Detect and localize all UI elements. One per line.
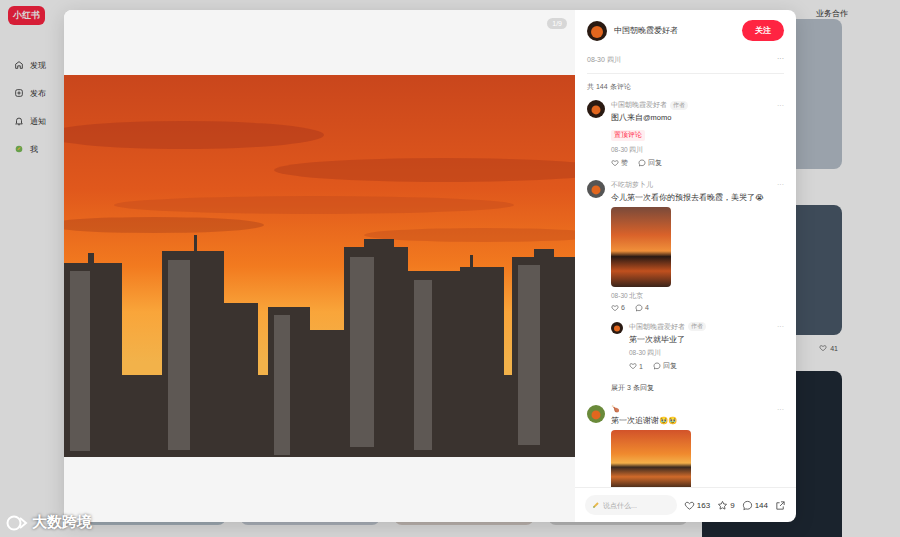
expand-replies[interactable]: 展开 3 条回复 — [611, 383, 784, 393]
author-header: 中国朝晚霞爱好者 关注 — [575, 10, 796, 49]
comment-author[interactable]: 中国朝晚霞爱好者 — [629, 322, 685, 332]
author-badge: 作者 — [688, 322, 706, 331]
heart-icon[interactable] — [611, 304, 619, 312]
watermark-text: 大数跨境 — [32, 513, 92, 532]
author-badge: 作者 — [670, 101, 688, 110]
comment-author[interactable]: 中国朝晚霞爱好者 — [611, 100, 667, 110]
watermark: 大数跨境 — [6, 513, 92, 532]
comment-icon[interactable] — [742, 500, 753, 511]
comment: 中国朝晚霞爱好者作者 ··· 图八来自@momo 置顶评论 08-30 四川赞 回复 — [587, 100, 784, 168]
watermark-logo-icon — [6, 515, 28, 531]
comment-date: 08-30 四川 — [611, 146, 784, 155]
comment-icon[interactable] — [638, 159, 646, 167]
like-count[interactable]: 1 — [639, 363, 643, 370]
avatar-icon[interactable] — [587, 21, 607, 41]
author-name[interactable]: 中国朝晚霞爱好者 — [614, 25, 678, 36]
heart-icon[interactable] — [629, 362, 637, 370]
follow-button[interactable]: 关注 — [742, 20, 784, 41]
star-icon[interactable] — [717, 500, 728, 511]
sunset-photo[interactable] — [64, 75, 575, 457]
like-button[interactable]: 赞 — [611, 158, 628, 168]
comment-bar: 163 9 144 — [575, 487, 796, 522]
avatar-icon[interactable] — [587, 180, 605, 198]
like-count[interactable]: 163 — [697, 501, 710, 510]
reply: 中国朝晚霞爱好者作者 ··· 第一次就毕业了 08-30 四川 1 回复 — [611, 322, 784, 372]
heart-icon[interactable] — [611, 159, 619, 167]
comment: 🍗 ··· 第一次追谢谢🥹🥹 — [587, 405, 784, 487]
comment-author[interactable]: 🍗 — [611, 405, 620, 413]
heart-icon[interactable] — [684, 500, 695, 511]
reply-count[interactable]: 4 — [645, 304, 649, 311]
comment-count[interactable]: 144 — [755, 501, 768, 510]
more-icon[interactable]: ··· — [777, 181, 784, 188]
reply-button[interactable]: 回复 — [638, 158, 662, 168]
reply-count[interactable]: 回复 — [648, 158, 662, 168]
pencil-icon — [592, 501, 600, 509]
like-button[interactable]: 6 — [611, 304, 625, 312]
comment-date: 08-30 北京 — [611, 292, 784, 301]
comment-text: 第一次追谢谢🥹🥹 — [611, 416, 784, 426]
more-icon[interactable]: ··· — [777, 406, 784, 413]
divider — [587, 73, 784, 74]
comment-button[interactable]: 144 — [742, 500, 768, 511]
image-counter: 1/9 — [547, 18, 567, 29]
reply-button[interactable]: 4 — [635, 304, 649, 312]
like-count[interactable]: 赞 — [621, 158, 628, 168]
like-count[interactable]: 6 — [621, 304, 625, 311]
comment-text: 第一次就毕业了 — [629, 335, 784, 345]
comment-text: 今儿第一次看你的预报去看晚霞，美哭了😭 — [611, 193, 784, 203]
comment-list: 08-30 四川···共 144 条评论中国朝晚霞爱好者作者···图八来自@mo… — [575, 49, 796, 487]
collect-count[interactable]: 9 — [730, 501, 734, 510]
comment-image[interactable] — [611, 430, 691, 487]
note-media: 1/9 — [64, 10, 575, 522]
avatar-icon[interactable] — [611, 322, 623, 334]
share-icon[interactable] — [775, 500, 786, 511]
collect-button[interactable]: 9 — [717, 500, 734, 511]
comment: 不吃胡萝卜儿 ··· 今儿第一次看你的预报去看晚霞，美哭了😭 08-30 北京 6 4 中国… — [587, 180, 784, 394]
comment-field[interactable] — [585, 495, 677, 515]
reply-count[interactable]: 回复 — [663, 361, 677, 371]
comment-total: 共 144 条评论 — [587, 82, 784, 92]
reply-button[interactable]: 回复 — [653, 361, 677, 371]
note-date: 08-30 四川 — [587, 55, 621, 65]
comment-icon[interactable] — [635, 304, 643, 312]
like-button[interactable]: 1 — [629, 361, 643, 371]
pinned-tag: 置顶评论 — [611, 130, 645, 141]
more-icon[interactable]: ··· — [777, 55, 784, 65]
like-button[interactable]: 163 — [684, 500, 710, 511]
comment-panel: 中国朝晚霞爱好者关注08-30 四川···共 144 条评论中国朝晚霞爱好者作者… — [575, 10, 796, 522]
comment-author[interactable]: 不吃胡萝卜儿 — [611, 180, 653, 190]
note-modal: 1/9中国朝晚霞爱好者关注08-30 四川···共 144 条评论中国朝晚霞爱好… — [64, 10, 796, 522]
avatar-icon[interactable] — [587, 405, 605, 423]
comment-input[interactable] — [603, 502, 670, 509]
comment-date: 08-30 四川 — [629, 349, 784, 358]
more-icon[interactable]: ··· — [777, 323, 784, 330]
comment-icon[interactable] — [653, 362, 661, 370]
more-icon[interactable]: ··· — [777, 102, 784, 109]
comment-image[interactable] — [611, 207, 671, 287]
comment-text: 图八来自@momo — [611, 113, 784, 123]
avatar-icon[interactable] — [587, 100, 605, 118]
